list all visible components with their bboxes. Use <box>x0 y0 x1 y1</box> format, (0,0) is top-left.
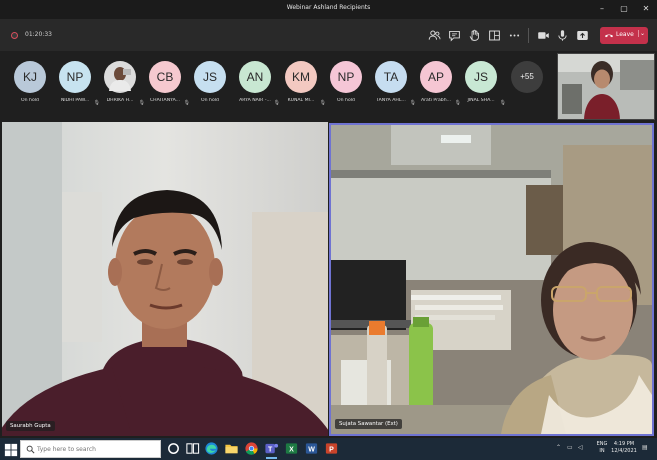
participant-name-label: Sujata Sawantar (Ext) <box>335 419 402 429</box>
edge-browser-icon[interactable] <box>204 441 219 457</box>
taskbar-clock[interactable]: 4:19 PM 12/4/2021 <box>611 441 637 455</box>
participant-avatar: KJ <box>14 61 46 93</box>
participant-avatar: AN <box>239 61 271 93</box>
share-screen-icon[interactable] <box>576 29 589 42</box>
video-tile-right[interactable]: Sujata Sawantar (Ext) <box>329 123 654 436</box>
microphone-icon[interactable] <box>556 29 569 42</box>
search-icon <box>26 445 35 454</box>
svg-text:T: T <box>268 446 273 453</box>
more-participants-count: +55 <box>511 61 543 93</box>
word-app-icon[interactable]: W <box>304 441 319 457</box>
participant-name: TANYA AHL... <box>376 98 406 103</box>
participant-avatar: KM <box>285 61 317 93</box>
participant-name: On hold <box>21 98 39 103</box>
participant-name: ARYA NAIR -... <box>239 98 271 103</box>
raise-hand-icon[interactable] <box>468 29 481 42</box>
maximize-icon[interactable]: ▢ <box>617 2 631 16</box>
participant-tile[interactable]: DHRIKA H... 🎙 <box>98 61 145 119</box>
participant-tile[interactable]: NP NIDHI PAW... 🎙 <box>53 61 100 119</box>
powerpoint-app-icon[interactable]: P <box>324 441 339 457</box>
network-icon[interactable]: ▭ <box>567 444 573 451</box>
self-view-video[interactable] <box>557 53 655 120</box>
more-options-icon[interactable] <box>508 29 521 42</box>
windows-start-icon[interactable] <box>4 442 18 457</box>
participant-tile[interactable]: JS On hold <box>188 61 232 119</box>
chat-icon[interactable] <box>448 29 461 42</box>
participant-avatar <box>104 61 136 93</box>
participant-name: Arati Prabh... <box>421 98 451 103</box>
svg-text:X: X <box>289 446 294 453</box>
participant-name: DHRIKA H... <box>106 98 134 103</box>
participant-name: On hold <box>337 98 355 103</box>
minimize-icon[interactable]: – <box>595 2 609 16</box>
svg-text:W: W <box>308 446 315 453</box>
meeting-toolbar: 01:20:33 Leave ⌄ <box>0 19 657 51</box>
recording-icon <box>11 32 18 39</box>
participant-name: CHAITANYA... <box>149 98 181 103</box>
volume-icon[interactable]: ◁ <box>578 444 583 451</box>
language-region: IN <box>599 448 605 454</box>
taskbar-search[interactable] <box>20 440 161 458</box>
participant-tile[interactable]: AN ARYA NAIR -... 🎙 <box>233 61 280 119</box>
participant-tile[interactable]: AP Arati Prabh... 🎙 <box>414 61 461 119</box>
participant-strip: KJ On hold NP NIDHI PAW... 🎙 DHRIKA H... 🎙 CB CH… <box>0 51 657 122</box>
participant-avatar: JS <box>465 61 497 93</box>
participant-tile[interactable]: JS JINAL SHA... 🎙 <box>459 61 506 119</box>
clock-date: 12/4/2021 <box>611 448 637 454</box>
title-bar: Webinar Ashland Recipients – ▢ ✕ <box>0 0 657 19</box>
participant-tile[interactable]: NP On hold <box>324 61 368 119</box>
meeting-timer: 01:20:33 <box>25 31 52 38</box>
participant-tile[interactable]: CB CHAITANYA... 🎙 <box>143 61 190 119</box>
toolbar-divider <box>528 28 529 43</box>
chrome-browser-icon[interactable] <box>244 441 259 457</box>
phone-hangup-icon <box>604 34 614 38</box>
svg-text:P: P <box>329 446 334 453</box>
clock-time: 4:19 PM <box>613 441 635 447</box>
camera-icon[interactable] <box>537 29 550 42</box>
participant-name: JINAL SHA... <box>467 98 495 103</box>
participant-name: On hold <box>201 98 219 103</box>
participant-name-label: Saurabh Gupta <box>6 421 55 431</box>
participant-avatar: TA <box>375 61 407 93</box>
participant-tile[interactable]: KJ On hold <box>8 61 52 119</box>
video-tile-left[interactable]: Saurabh Gupta <box>2 122 328 436</box>
participant-avatar: NP <box>59 61 91 93</box>
file-explorer-icon[interactable] <box>224 441 239 457</box>
chevron-down-icon[interactable]: ⌄ <box>638 30 646 37</box>
participant-avatar: NP <box>330 61 362 93</box>
close-icon[interactable]: ✕ <box>639 2 653 16</box>
search-input[interactable] <box>37 444 157 455</box>
participant-tile[interactable]: KM KUNAL MI... 🎙 <box>279 61 326 119</box>
excel-app-icon[interactable]: X <box>284 441 299 457</box>
more-participants[interactable]: +55 <box>505 61 549 119</box>
input-language[interactable]: ENG IN <box>596 441 608 455</box>
tray-chevron-up-icon[interactable]: ⌃ <box>556 444 561 451</box>
teams-app-icon[interactable]: T <box>264 441 279 459</box>
windows-taskbar: T X W P ⌃ ▭ ◁ ENG IN 4:19 PM 12/4/2021 ▤ <box>0 438 657 460</box>
participant-name: NIDHI PAW... <box>60 98 90 103</box>
notifications-icon[interactable]: ▤ <box>642 444 648 451</box>
participant-avatar: JS <box>194 61 226 93</box>
window-title: Webinar Ashland Recipients <box>286 4 371 11</box>
breakout-rooms-icon[interactable] <box>488 29 501 42</box>
leave-button[interactable]: Leave ⌄ <box>600 27 648 44</box>
leave-label: Leave <box>616 31 634 38</box>
participant-avatar: CB <box>149 61 181 93</box>
people-icon[interactable] <box>428 29 441 42</box>
language-code: ENG <box>596 441 608 447</box>
participant-avatar: AP <box>420 61 452 93</box>
cortana-icon[interactable] <box>166 441 181 457</box>
participant-tile[interactable]: TA TANYA AHL... 🎙 <box>369 61 416 119</box>
video-stage: Saurabh Gupta Sujata Sawantar (Ext) <box>0 122 657 438</box>
participant-name: KUNAL MI... <box>287 98 315 103</box>
task-view-icon[interactable] <box>185 441 200 457</box>
